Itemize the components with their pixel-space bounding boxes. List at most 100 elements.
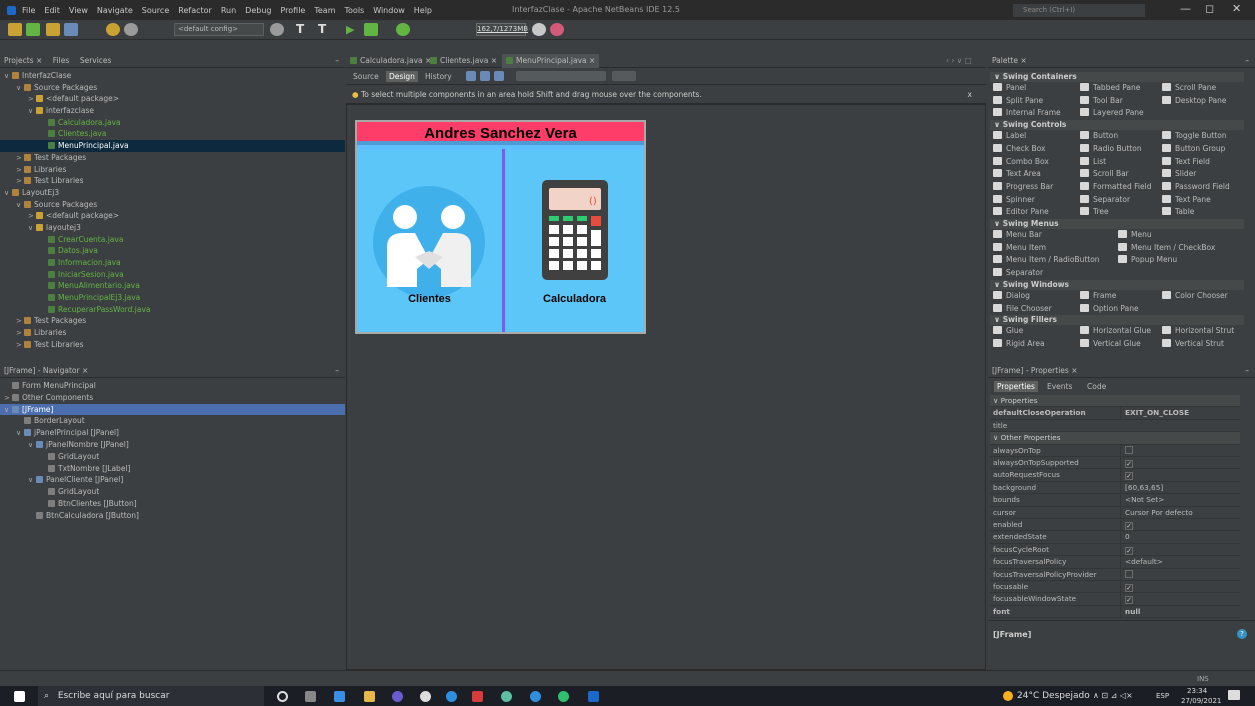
palette-item[interactable]: Rigid Area <box>993 338 1045 350</box>
palette-item[interactable]: Menu Bar <box>993 229 1042 241</box>
projects-item[interactable]: CrearCuenta.java <box>0 234 345 246</box>
clock-date[interactable]: 27/09/2021 <box>1181 697 1221 705</box>
projects-item[interactable]: MenuAlimentario.java <box>0 280 345 292</box>
property-row[interactable]: focusTraversalPolicyProvider <box>990 568 1240 581</box>
navigator-item[interactable]: ∨ jPanelNombre [JPanel] <box>0 439 345 451</box>
help-icon[interactable]: ? <box>1237 629 1247 639</box>
palette-item[interactable]: Tool Bar <box>1080 95 1123 107</box>
palette-category[interactable]: ∨ Swing Menus <box>990 219 1244 229</box>
projects-item[interactable]: IniciarSesion.java <box>0 269 345 281</box>
navigator-item[interactable]: > Other Components <box>0 392 345 404</box>
language-indicator[interactable]: ESP <box>1156 692 1169 700</box>
app-icon-1[interactable] <box>334 691 345 702</box>
redo-icon[interactable] <box>124 23 138 36</box>
projects-item[interactable]: > Libraries <box>0 164 345 176</box>
file-explorer-icon[interactable] <box>364 691 375 702</box>
menu-refactor[interactable]: Refactor <box>178 6 212 15</box>
projects-item[interactable]: ∨ InterfazClase <box>0 70 345 82</box>
tab-clientes-java[interactable]: Clientes.java × <box>426 54 497 68</box>
projects-item[interactable]: > Test Libraries <box>0 339 345 351</box>
palette-item[interactable]: Radio Button <box>1080 143 1142 155</box>
palette-item[interactable]: Frame <box>1080 290 1116 302</box>
projects-item[interactable]: > Test Packages <box>0 315 345 327</box>
navigator-item[interactable]: ∨ PanelCliente [JPanel] <box>0 474 345 486</box>
minimize-panel-icon[interactable]: – <box>1245 364 1249 378</box>
cortana-icon[interactable] <box>277 691 288 702</box>
property-row[interactable]: background [60,63,65] <box>990 481 1240 495</box>
new-file-icon[interactable] <box>8 23 22 36</box>
property-checkbox[interactable]: ✓ <box>1125 596 1133 605</box>
txt-nombre-label[interactable]: Andres Sanchez Vera <box>357 122 644 145</box>
palette-item[interactable]: Vertical Strut <box>1162 338 1224 350</box>
palette-item[interactable]: Split Pane <box>993 95 1043 107</box>
property-value[interactable] <box>1120 444 1236 457</box>
property-value[interactable]: ✓ <box>1120 457 1236 469</box>
projects-item[interactable]: ∨ Source Packages <box>0 199 345 211</box>
property-group-header[interactable]: ∨ Other Properties <box>990 432 1240 445</box>
new-project-icon[interactable] <box>26 23 40 36</box>
palette-item[interactable]: Scroll Pane <box>1162 82 1216 94</box>
property-row[interactable]: alwaysOnTop <box>990 444 1240 457</box>
undo-icon[interactable] <box>106 23 120 36</box>
xbox-icon[interactable] <box>420 691 431 702</box>
palette-item[interactable]: Layered Pane <box>1080 107 1144 119</box>
navigator-item[interactable]: BorderLayout <box>0 415 345 427</box>
projects-item[interactable]: > Test Libraries <box>0 175 345 187</box>
palette-item[interactable]: Text Area <box>993 168 1041 180</box>
palette-item[interactable]: Internal Frame <box>993 107 1061 119</box>
menu-window[interactable]: Window <box>373 6 405 15</box>
app-icon-3[interactable] <box>472 691 483 702</box>
property-row[interactable]: enabled ✓ <box>990 519 1240 532</box>
property-row[interactable]: autoRequestFocus ✓ <box>990 469 1240 482</box>
palette-item[interactable]: Editor Pane <box>993 206 1049 218</box>
palette-item[interactable]: Button Group <box>1162 143 1225 155</box>
palette-item[interactable]: Popup Menu <box>1118 254 1177 266</box>
config-select[interactable]: <default config> <box>174 23 264 36</box>
menu-navigate[interactable]: Navigate <box>97 6 133 15</box>
palette-item[interactable]: Vertical Glue <box>1080 338 1141 350</box>
palette-item[interactable]: Formatted Field <box>1080 181 1151 193</box>
property-value[interactable]: ✓ <box>1120 581 1236 593</box>
property-value[interactable]: null <box>1120 605 1236 618</box>
tab-source[interactable]: Source <box>350 71 382 82</box>
settings-icon[interactable] <box>270 23 284 36</box>
property-row[interactable]: focusableWindowState ✓ <box>990 593 1240 606</box>
palette-item[interactable]: List <box>1080 156 1106 168</box>
palette-item[interactable]: Scroll Bar <box>1080 168 1129 180</box>
palette-item[interactable]: Spinner <box>993 194 1035 206</box>
tab-properties[interactable]: Properties <box>994 381 1038 392</box>
run-icon[interactable]: ▶ <box>346 23 360 36</box>
property-row[interactable]: alwaysOnTopSupported ✓ <box>990 457 1240 470</box>
navigator-item[interactable]: GridLayout <box>0 451 345 463</box>
weather-text[interactable]: 24°C Despejado <box>1017 691 1090 701</box>
debug-icon[interactable] <box>364 23 378 36</box>
palette-item[interactable]: Horizontal Glue <box>1080 325 1151 337</box>
palette-item[interactable]: Horizontal Strut <box>1162 325 1234 337</box>
projects-item[interactable]: RecuperarPassWord.java <box>0 304 345 316</box>
palette-item[interactable]: Table <box>1162 206 1194 218</box>
property-value[interactable]: ✓ <box>1120 593 1236 606</box>
property-checkbox[interactable]: ✓ <box>1125 584 1133 592</box>
property-value[interactable]: Cursor Por defecto <box>1120 506 1236 519</box>
property-value[interactable]: ✓ <box>1120 519 1236 531</box>
property-checkbox[interactable] <box>1125 445 1133 454</box>
open-project-icon[interactable] <box>46 23 60 36</box>
projects-item[interactable]: MenuPrincipalEj3.java <box>0 292 345 304</box>
resize-icons[interactable] <box>612 71 636 81</box>
palette-item[interactable]: Password Field <box>1162 181 1230 193</box>
search-input[interactable]: Search (Ctrl+I) <box>1013 4 1145 17</box>
projects-item[interactable]: > <default package> <box>0 210 345 222</box>
property-row[interactable]: focusCycleRoot ✓ <box>990 543 1240 557</box>
palette-item[interactable]: Separator <box>993 267 1043 279</box>
navigator-item[interactable]: GridLayout <box>0 486 345 498</box>
projects-item[interactable]: ∨ interfazclase <box>0 105 345 117</box>
property-checkbox[interactable] <box>1125 569 1133 578</box>
palette-category[interactable]: ∨ Swing Containers <box>990 72 1244 82</box>
palette-item[interactable]: Check Box <box>993 143 1045 155</box>
navigator-item[interactable]: BtnClientes [JButton] <box>0 498 345 510</box>
menu-profile[interactable]: Profile <box>280 6 305 15</box>
palette-item[interactable]: Button <box>1080 130 1118 142</box>
navigator-item[interactable]: TxtNombre [JLabel] <box>0 463 345 475</box>
property-value[interactable]: [60,63,65] <box>1120 481 1236 494</box>
tab-history[interactable]: History <box>422 71 455 82</box>
